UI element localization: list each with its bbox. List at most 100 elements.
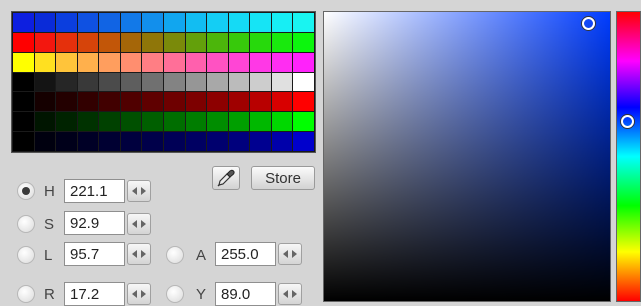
a-field[interactable] (215, 242, 276, 266)
color-swatch[interactable] (185, 72, 207, 92)
color-swatch[interactable] (99, 132, 120, 151)
store-button[interactable]: Store (251, 166, 315, 190)
sv-marker[interactable] (582, 17, 595, 30)
color-swatch[interactable] (142, 13, 163, 32)
color-swatch[interactable] (120, 132, 142, 151)
color-swatch[interactable] (185, 112, 207, 132)
y-field[interactable] (215, 282, 276, 306)
color-swatch[interactable] (163, 32, 185, 52)
color-swatch[interactable] (207, 13, 228, 32)
color-swatch[interactable] (120, 92, 142, 112)
color-swatch[interactable] (56, 72, 77, 92)
color-swatch[interactable] (142, 132, 163, 151)
color-swatch[interactable] (207, 132, 228, 151)
color-swatch[interactable] (207, 52, 228, 72)
color-swatch[interactable] (142, 32, 163, 52)
color-swatch[interactable] (13, 32, 34, 52)
color-swatch[interactable] (271, 132, 293, 151)
radio-y[interactable] (166, 285, 184, 303)
color-swatch[interactable] (271, 72, 293, 92)
color-swatch[interactable] (34, 112, 56, 132)
color-swatch[interactable] (185, 132, 207, 151)
color-swatch[interactable] (207, 92, 228, 112)
color-swatch[interactable] (56, 112, 77, 132)
color-swatch[interactable] (142, 92, 163, 112)
color-swatch[interactable] (293, 32, 314, 52)
color-swatch[interactable] (271, 92, 293, 112)
color-swatch[interactable] (142, 52, 163, 72)
saturation-value-area[interactable] (323, 11, 611, 302)
color-swatch[interactable] (185, 92, 207, 112)
eyedropper-button[interactable] (212, 166, 240, 190)
l-field[interactable] (64, 242, 125, 266)
color-swatch[interactable] (120, 52, 142, 72)
color-swatch[interactable] (13, 112, 34, 132)
color-swatch[interactable] (163, 132, 185, 151)
color-swatch[interactable] (185, 32, 207, 52)
color-swatch[interactable] (163, 52, 185, 72)
s-field[interactable] (64, 211, 125, 235)
color-swatch[interactable] (142, 72, 163, 92)
color-swatch[interactable] (293, 92, 314, 112)
radio-l[interactable] (17, 246, 35, 264)
color-swatch[interactable] (77, 112, 99, 132)
color-swatch[interactable] (293, 13, 314, 32)
radio-a[interactable] (166, 246, 184, 264)
color-swatch[interactable] (34, 52, 56, 72)
color-swatch[interactable] (250, 72, 271, 92)
color-swatch[interactable] (228, 13, 250, 32)
color-swatch[interactable] (99, 13, 120, 32)
color-swatch[interactable] (77, 52, 99, 72)
color-swatch[interactable] (142, 112, 163, 132)
color-swatch[interactable] (77, 72, 99, 92)
color-swatch[interactable] (250, 92, 271, 112)
color-swatch[interactable] (13, 92, 34, 112)
color-swatch[interactable] (228, 92, 250, 112)
color-swatch[interactable] (163, 92, 185, 112)
color-swatch[interactable] (228, 52, 250, 72)
a-stepper[interactable] (278, 243, 302, 265)
color-swatch[interactable] (228, 112, 250, 132)
color-swatch[interactable] (56, 13, 77, 32)
color-swatch[interactable] (228, 72, 250, 92)
color-swatch[interactable] (293, 52, 314, 72)
color-swatch[interactable] (99, 112, 120, 132)
color-swatch[interactable] (120, 13, 142, 32)
color-swatch[interactable] (207, 112, 228, 132)
color-swatch[interactable] (77, 132, 99, 151)
color-swatch[interactable] (77, 13, 99, 32)
color-swatch[interactable] (250, 52, 271, 72)
color-swatch[interactable] (77, 92, 99, 112)
radio-h[interactable] (17, 182, 35, 200)
color-swatch[interactable] (271, 112, 293, 132)
hue-strip[interactable] (616, 11, 641, 302)
color-swatch[interactable] (271, 32, 293, 52)
color-swatch[interactable] (99, 92, 120, 112)
hue-marker[interactable] (621, 115, 634, 128)
color-swatch[interactable] (34, 72, 56, 92)
color-swatch[interactable] (34, 32, 56, 52)
color-swatch[interactable] (120, 72, 142, 92)
color-swatch[interactable] (250, 32, 271, 52)
color-swatch[interactable] (77, 32, 99, 52)
color-swatch[interactable] (13, 72, 34, 92)
r-field[interactable] (64, 282, 125, 306)
color-swatch[interactable] (34, 132, 56, 151)
color-swatch[interactable] (250, 13, 271, 32)
color-swatch[interactable] (293, 132, 314, 151)
h-field[interactable] (64, 179, 125, 203)
color-swatch[interactable] (56, 132, 77, 151)
color-swatch[interactable] (34, 92, 56, 112)
color-swatch[interactable] (163, 112, 185, 132)
color-swatch[interactable] (13, 13, 34, 32)
color-swatch[interactable] (56, 52, 77, 72)
color-swatch[interactable] (207, 72, 228, 92)
color-swatch[interactable] (185, 52, 207, 72)
color-swatch[interactable] (34, 13, 56, 32)
color-swatch[interactable] (207, 32, 228, 52)
h-stepper[interactable] (127, 180, 151, 202)
color-swatch[interactable] (120, 112, 142, 132)
color-swatch[interactable] (293, 112, 314, 132)
color-swatch[interactable] (99, 52, 120, 72)
color-swatch[interactable] (13, 132, 34, 151)
